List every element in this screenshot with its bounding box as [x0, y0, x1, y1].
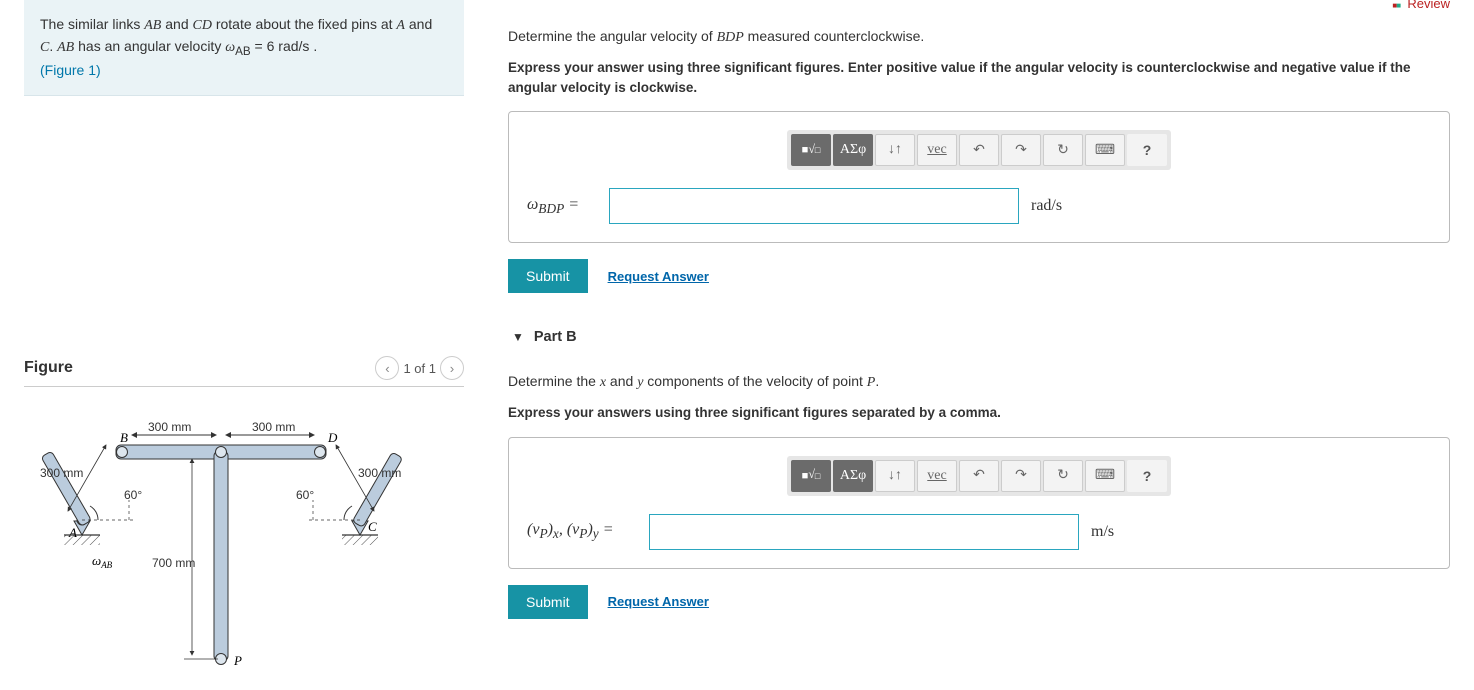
svg-text:C: C [368, 519, 377, 534]
keyboard-icon[interactable]: ⌨ [1085, 134, 1125, 166]
figure-heading: Figure [24, 359, 73, 377]
greek-button[interactable]: ΑΣφ [833, 460, 873, 492]
svg-text:B: B [120, 430, 128, 445]
unit-label: rad/s [1031, 197, 1062, 215]
svg-text:60°: 60° [296, 488, 314, 502]
part-a-instruction: Express your answer using three signific… [508, 58, 1450, 97]
part-b-answer-box: ■√□ ΑΣφ ↓↑ vec ↶ ↷ ↻ ⌨ ? (vP)x, (vP)y = … [508, 437, 1450, 569]
subsup-button[interactable]: ↓↑ [875, 460, 915, 492]
svg-text:60°: 60° [124, 488, 142, 502]
svg-text:D: D [327, 430, 338, 445]
help-button[interactable]: ? [1127, 134, 1167, 166]
part-b-header[interactable]: ▼ Part B [508, 329, 1450, 345]
problem-statement: The similar links AB and CD rotate about… [24, 0, 464, 96]
vec-button[interactable]: vec [917, 134, 957, 166]
figure-prev-button[interactable]: ‹ [375, 356, 399, 380]
answer-label: ωBDP = [527, 196, 597, 217]
template-icon[interactable]: ■√□ [791, 460, 831, 492]
undo-button[interactable]: ↶ [959, 460, 999, 492]
svg-text:300 mm: 300 mm [252, 420, 295, 434]
svg-text:300 mm: 300 mm [148, 420, 191, 434]
review-icon [1393, 0, 1403, 9]
figure-position: 1 of 1 [403, 361, 436, 376]
reset-button[interactable]: ↻ [1043, 460, 1083, 492]
equation-toolbar: ■√□ ΑΣφ ↓↑ vec ↶ ↷ ↻ ⌨ ? [787, 130, 1171, 170]
figure-next-button[interactable]: › [440, 356, 464, 380]
unit-label: m/s [1091, 523, 1114, 541]
svg-text:700 mm: 700 mm [152, 556, 195, 570]
svg-text:P: P [233, 653, 242, 668]
svg-text:ωAB: ωAB [92, 553, 113, 570]
part-a-answer-input[interactable] [609, 188, 1019, 224]
part-a-answer-box: ■√□ ΑΣφ ↓↑ vec ↶ ↷ ↻ ⌨ ? ωBDP = rad/s [508, 111, 1450, 243]
part-b-answer-input[interactable] [649, 514, 1079, 550]
vec-button[interactable]: vec [917, 460, 957, 492]
submit-button[interactable]: Submit [508, 259, 588, 293]
part-b-instruction: Express your answers using three signifi… [508, 403, 1450, 423]
submit-button[interactable]: Submit [508, 585, 588, 619]
part-b-question: Determine the x and y components of the … [508, 371, 1450, 393]
figure-diagram: A B C D P ωAB 300 mm 300 mm 300 mm 300 m… [24, 407, 424, 687]
template-icon[interactable]: ■√□ [791, 134, 831, 166]
caret-down-icon: ▼ [512, 330, 524, 344]
request-answer-link[interactable]: Request Answer [608, 594, 709, 609]
part-a-question: Determine the angular velocity of BDP me… [508, 26, 1450, 48]
undo-button[interactable]: ↶ [959, 134, 999, 166]
redo-button[interactable]: ↷ [1001, 134, 1041, 166]
keyboard-icon[interactable]: ⌨ [1085, 460, 1125, 492]
equation-toolbar: ■√□ ΑΣφ ↓↑ vec ↶ ↷ ↻ ⌨ ? [787, 456, 1171, 496]
request-answer-link[interactable]: Request Answer [608, 269, 709, 284]
reset-button[interactable]: ↻ [1043, 134, 1083, 166]
svg-text:300 mm: 300 mm [40, 466, 83, 480]
help-button[interactable]: ? [1127, 460, 1167, 492]
svg-text:A: A [68, 525, 77, 540]
redo-button[interactable]: ↷ [1001, 460, 1041, 492]
answer-label: (vP)x, (vP)y = [527, 521, 637, 542]
subsup-button[interactable]: ↓↑ [875, 134, 915, 166]
greek-button[interactable]: ΑΣφ [833, 134, 873, 166]
review-link[interactable]: Review [1393, 0, 1450, 11]
svg-text:300 mm: 300 mm [358, 466, 401, 480]
figure-link[interactable]: (Figure 1) [40, 62, 101, 78]
